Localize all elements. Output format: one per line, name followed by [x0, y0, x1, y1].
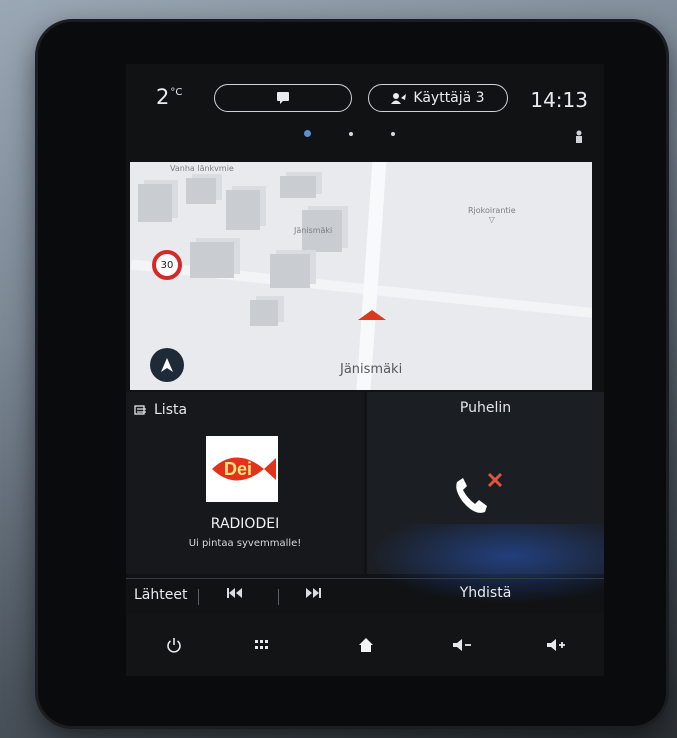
list-icon — [134, 405, 146, 415]
map-street-label: Vanha länkvmie — [170, 164, 234, 173]
map-building — [138, 184, 172, 222]
bottom-navigation-bar — [126, 614, 604, 676]
volume-up-icon — [547, 639, 565, 651]
map-building — [250, 300, 278, 326]
home-button[interactable] — [348, 628, 384, 662]
infotainment-screen: 2°C Käyttäjä 3 14:13 Vanha länkvmie Rjok… — [126, 64, 604, 676]
station-logo: Dei — [206, 436, 278, 502]
apps-grid-icon — [255, 640, 268, 649]
status-bar: 2°C Käyttäjä 3 14:13 — [126, 64, 604, 114]
user-icon — [391, 93, 407, 104]
divider — [198, 589, 199, 605]
notification-button[interactable] — [214, 84, 352, 112]
previous-track-button[interactable] — [226, 587, 244, 602]
map-building — [190, 242, 234, 278]
map-building — [226, 190, 260, 230]
station-slogan: Ui pintaa syvemmalle! — [188, 538, 302, 549]
page-dot[interactable] — [391, 131, 395, 136]
svg-text:Dei: Dei — [224, 459, 252, 479]
power-icon — [167, 638, 181, 653]
station-name: RADIODEI — [210, 516, 280, 532]
speed-limit-sign: 30 — [152, 250, 182, 280]
media-controls-row: Lähteet Yhdistä — [126, 578, 604, 613]
connect-phone-button[interactable]: Yhdistä — [367, 585, 604, 601]
message-icon — [277, 92, 289, 104]
playlist-button[interactable]: Lista — [134, 402, 187, 418]
map-area-label: Jänismäki — [294, 226, 333, 235]
sources-button[interactable]: Lähteet — [134, 587, 187, 603]
media-widget[interactable]: Lista Dei RADIODEI Ui pintaa syvemmalle! — [126, 392, 364, 574]
next-track-icon — [306, 588, 321, 598]
page-dot[interactable] — [349, 131, 353, 136]
volume-down-button[interactable] — [444, 628, 480, 662]
map-street-label: Rjokoirantie ▽ — [468, 206, 516, 224]
previous-track-icon — [227, 588, 242, 598]
power-button[interactable] — [156, 628, 192, 662]
compass-icon — [161, 358, 173, 372]
page-indicator[interactable] — [304, 130, 395, 137]
volume-down-icon — [453, 639, 471, 651]
page-dot-active[interactable] — [304, 130, 311, 137]
user-profile-button[interactable]: Käyttäjä 3 — [368, 84, 508, 112]
compass-button[interactable] — [150, 348, 184, 382]
phone-disconnected-icon — [456, 472, 503, 513]
volume-up-button[interactable] — [538, 628, 574, 662]
outside-temperature: 2°C — [156, 85, 183, 109]
navigation-map[interactable]: Vanha länkvmie Rjokoirantie ▽ Jänismäki 3… — [130, 162, 592, 390]
divider — [278, 589, 279, 605]
driver-profile-icon — [576, 130, 582, 143]
clock: 14:13 — [530, 88, 588, 112]
map-road — [354, 162, 388, 390]
home-icon — [359, 638, 373, 652]
apps-button[interactable] — [244, 628, 280, 662]
vehicle-position-arrow — [358, 310, 386, 320]
current-location-label: Jänismäki — [340, 362, 403, 377]
phone-title: Puhelin — [459, 400, 512, 416]
next-track-button[interactable] — [304, 587, 322, 602]
map-building — [280, 176, 316, 198]
playlist-label: Lista — [154, 402, 188, 418]
user-profile-label: Käyttäjä 3 — [413, 90, 485, 106]
map-building — [270, 254, 310, 288]
map-building — [186, 178, 216, 204]
